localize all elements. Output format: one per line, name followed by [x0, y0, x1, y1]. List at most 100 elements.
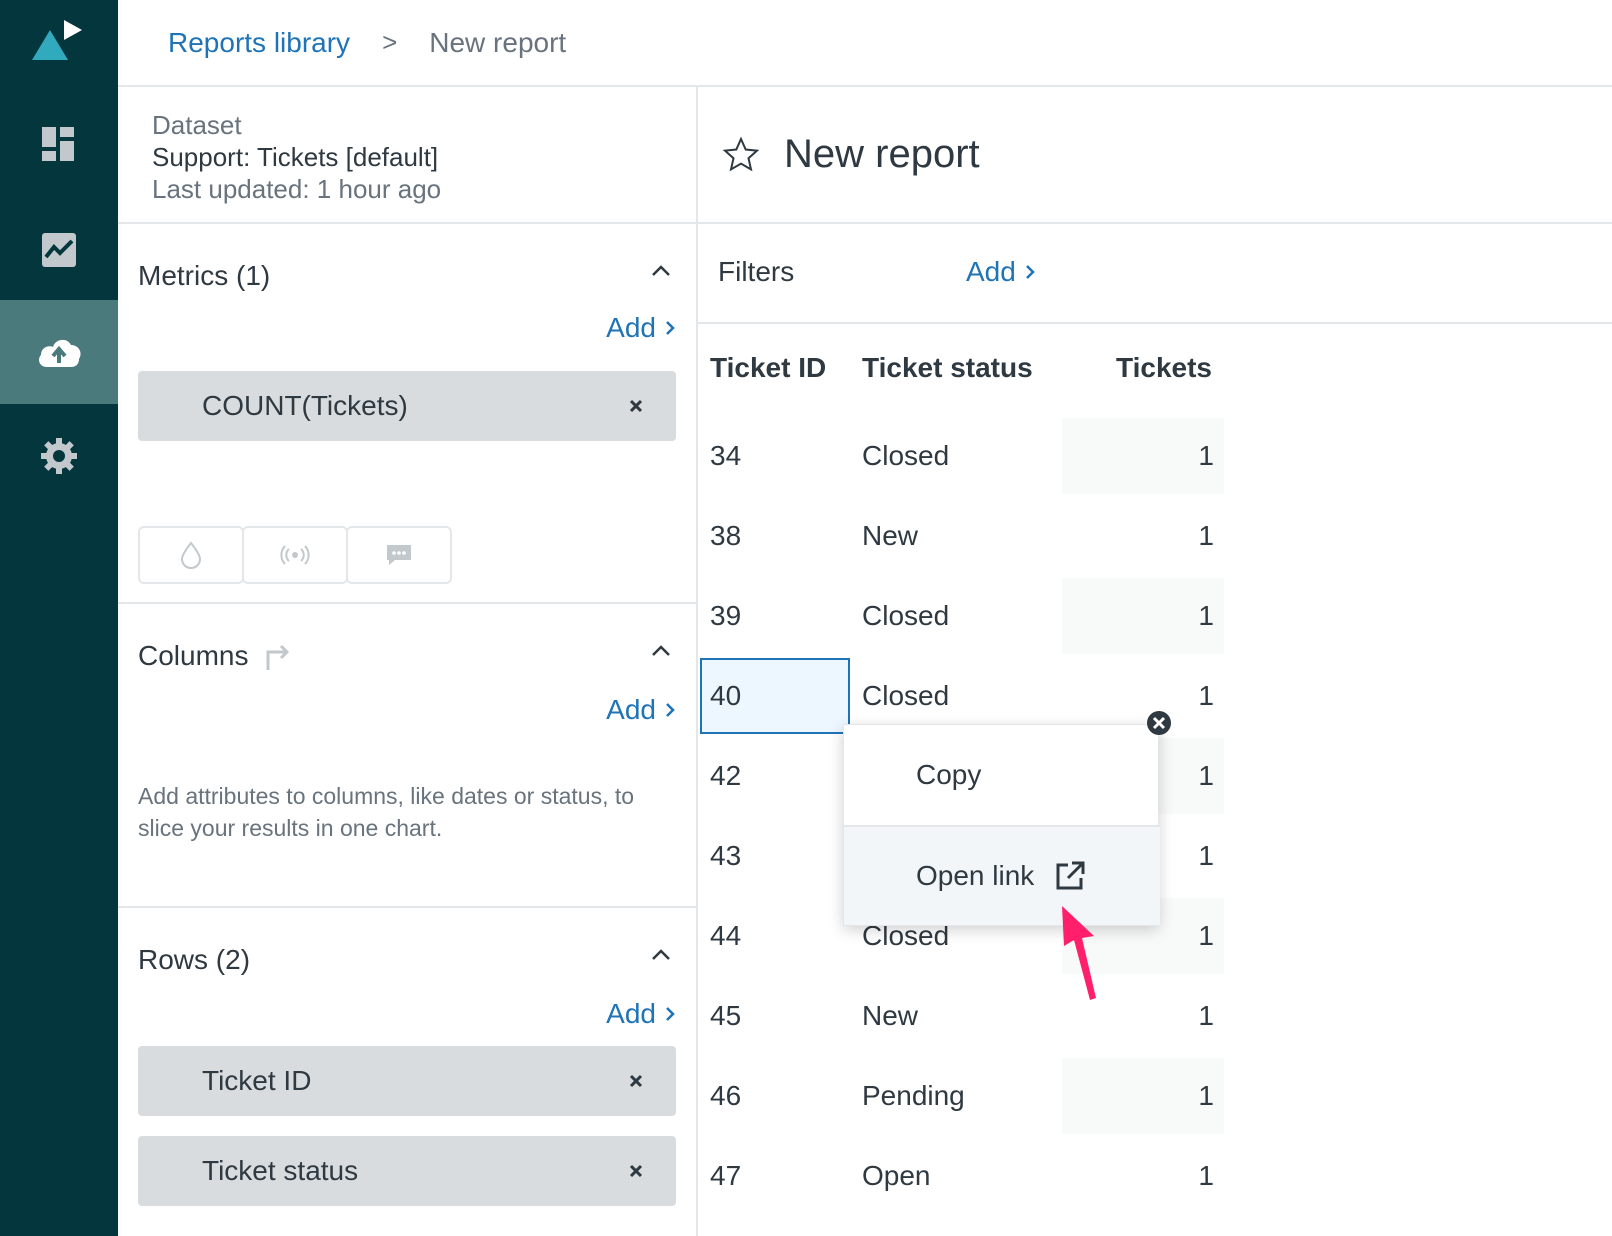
metrics-title: Metrics (1) — [138, 260, 271, 291]
dataset-name[interactable]: Support: Tickets [default] — [152, 141, 696, 173]
cell-ticket-id[interactable]: 38 — [710, 520, 741, 552]
swap-icon[interactable] — [262, 640, 294, 672]
star-icon[interactable] — [722, 136, 760, 174]
rows-add-button[interactable]: Add — [606, 998, 676, 1030]
report-title[interactable]: New report — [784, 132, 980, 177]
metric-pill[interactable]: COUNT(Tickets) — [138, 371, 676, 441]
column-header-ticket-id[interactable]: Ticket ID — [710, 352, 826, 384]
filters-add-button[interactable]: Add — [966, 256, 1036, 288]
cell-ticket-status[interactable]: Closed — [862, 600, 949, 632]
cell-ticket-id[interactable]: 44 — [710, 920, 741, 952]
row-pill-label: Ticket status — [202, 1155, 359, 1186]
chevron-right-icon — [666, 321, 675, 335]
report-title-bar: New report — [698, 87, 1612, 224]
columns-add-label: Add — [606, 694, 656, 725]
signal-icon — [280, 545, 310, 565]
visualization-options — [138, 526, 498, 584]
color-option-button[interactable] — [138, 526, 244, 584]
chevron-up-icon[interactable] — [648, 258, 674, 284]
signal-option-button[interactable] — [242, 526, 348, 584]
filters-add-label: Add — [966, 256, 1016, 287]
cell-ticket-status[interactable]: New — [862, 520, 918, 552]
rows-section: Rows (2) Add Ticket ID Ticket status — [118, 908, 696, 1236]
breadcrumb: Reports library > New report — [118, 0, 1612, 87]
cell-tickets[interactable]: 1 — [1062, 418, 1224, 494]
chevron-up-icon[interactable] — [648, 638, 674, 664]
row-pill-ticket-status[interactable]: Ticket status — [138, 1136, 676, 1206]
table-row: 38 New 1 — [698, 496, 1612, 576]
remove-icon[interactable] — [626, 1161, 646, 1181]
comment-icon — [387, 545, 411, 565]
cell-tickets[interactable]: 1 — [1062, 578, 1224, 654]
cell-tickets[interactable]: 1 — [1062, 498, 1224, 574]
app-logo-icon[interactable] — [28, 18, 88, 64]
table-row: 39 Closed 1 — [698, 576, 1612, 656]
chevron-right-icon — [666, 1007, 675, 1021]
table-row: 45 New 1 — [698, 976, 1612, 1056]
cell-ticket-id[interactable]: 40 — [710, 680, 741, 712]
drop-icon — [180, 541, 202, 569]
cell-ticket-id[interactable]: 42 — [710, 760, 741, 792]
cell-ticket-id[interactable]: 46 — [710, 1080, 741, 1112]
nav-dashboard[interactable] — [0, 92, 118, 196]
dashboard-icon — [42, 127, 74, 161]
comment-option-button[interactable] — [346, 526, 452, 584]
cell-tickets[interactable]: 1 — [1062, 1058, 1224, 1134]
breadcrumb-reports-library[interactable]: Reports library — [168, 27, 350, 59]
columns-section: Columns Add Add attributes to columns, l… — [118, 604, 696, 908]
settings-icon — [41, 438, 77, 474]
table-row: 47 Open 1 — [698, 1136, 1612, 1216]
cell-ticket-id[interactable]: 34 — [710, 440, 741, 472]
filters-label: Filters — [718, 256, 795, 287]
upload-icon — [39, 339, 81, 367]
nav-analytics[interactable] — [0, 198, 118, 302]
analytics-icon — [42, 233, 76, 267]
cell-ticket-id[interactable]: 39 — [710, 600, 741, 632]
dataset-info: Dataset Support: Tickets [default] Last … — [118, 87, 696, 224]
cell-ticket-status[interactable]: New — [862, 1000, 918, 1032]
columns-add-button[interactable]: Add — [606, 694, 676, 726]
cell-ticket-id[interactable]: 45 — [710, 1000, 741, 1032]
cell-ticket-status[interactable]: Pending — [862, 1080, 965, 1112]
columns-help-text: Add attributes to columns, like dates or… — [138, 783, 635, 841]
cell-ticket-status[interactable]: Closed — [862, 680, 949, 712]
cell-context-menu: Copy Open link — [843, 724, 1160, 926]
cell-tickets[interactable]: 1 — [1062, 1138, 1224, 1214]
filters-bar: Filters Add — [698, 224, 1612, 324]
columns-title: Columns — [138, 640, 249, 671]
cell-ticket-id[interactable]: 47 — [710, 1160, 741, 1192]
row-pill-label: Ticket ID — [202, 1065, 312, 1096]
main-nav — [0, 0, 118, 1236]
dataset-label: Dataset — [152, 110, 242, 140]
remove-icon[interactable] — [626, 396, 646, 416]
menu-item-open-link-label: Open link — [916, 860, 1035, 891]
breadcrumb-separator: > — [382, 27, 398, 57]
remove-icon[interactable] — [626, 1071, 646, 1091]
metrics-add-label: Add — [606, 312, 656, 343]
chevron-up-icon[interactable] — [648, 942, 674, 968]
cell-ticket-id[interactable]: 43 — [710, 840, 741, 872]
report-config-panel: Dataset Support: Tickets [default] Last … — [118, 87, 698, 1236]
close-icon[interactable] — [1146, 710, 1172, 736]
cell-tickets[interactable]: 1 — [1062, 658, 1224, 734]
nav-settings[interactable] — [0, 404, 118, 508]
external-link-icon — [1056, 861, 1085, 890]
report-main: New report Filters Add Ticket ID Ticket … — [698, 87, 1612, 1236]
metrics-add-button[interactable]: Add — [606, 312, 676, 344]
chevron-right-icon — [666, 703, 675, 717]
menu-item-copy[interactable]: Copy — [844, 725, 1160, 825]
columns-title-wrap: Columns — [138, 640, 294, 672]
column-header-ticket-status[interactable]: Ticket status — [862, 352, 1033, 384]
rows-add-label: Add — [606, 998, 656, 1029]
nav-upload[interactable] — [0, 300, 118, 404]
column-header-tickets[interactable]: Tickets — [1116, 352, 1212, 384]
metric-pill-label: COUNT(Tickets) — [202, 390, 408, 421]
dataset-updated: Last updated: 1 hour ago — [152, 174, 442, 204]
cell-ticket-status[interactable]: Open — [862, 1160, 931, 1192]
chevron-right-icon — [1025, 265, 1035, 279]
cell-ticket-status[interactable]: Closed — [862, 440, 949, 472]
annotation-arrow-icon — [1062, 906, 1096, 1000]
rows-title: Rows (2) — [138, 944, 251, 975]
breadcrumb-current: New report — [429, 26, 567, 58]
row-pill-ticket-id[interactable]: Ticket ID — [138, 1046, 676, 1116]
